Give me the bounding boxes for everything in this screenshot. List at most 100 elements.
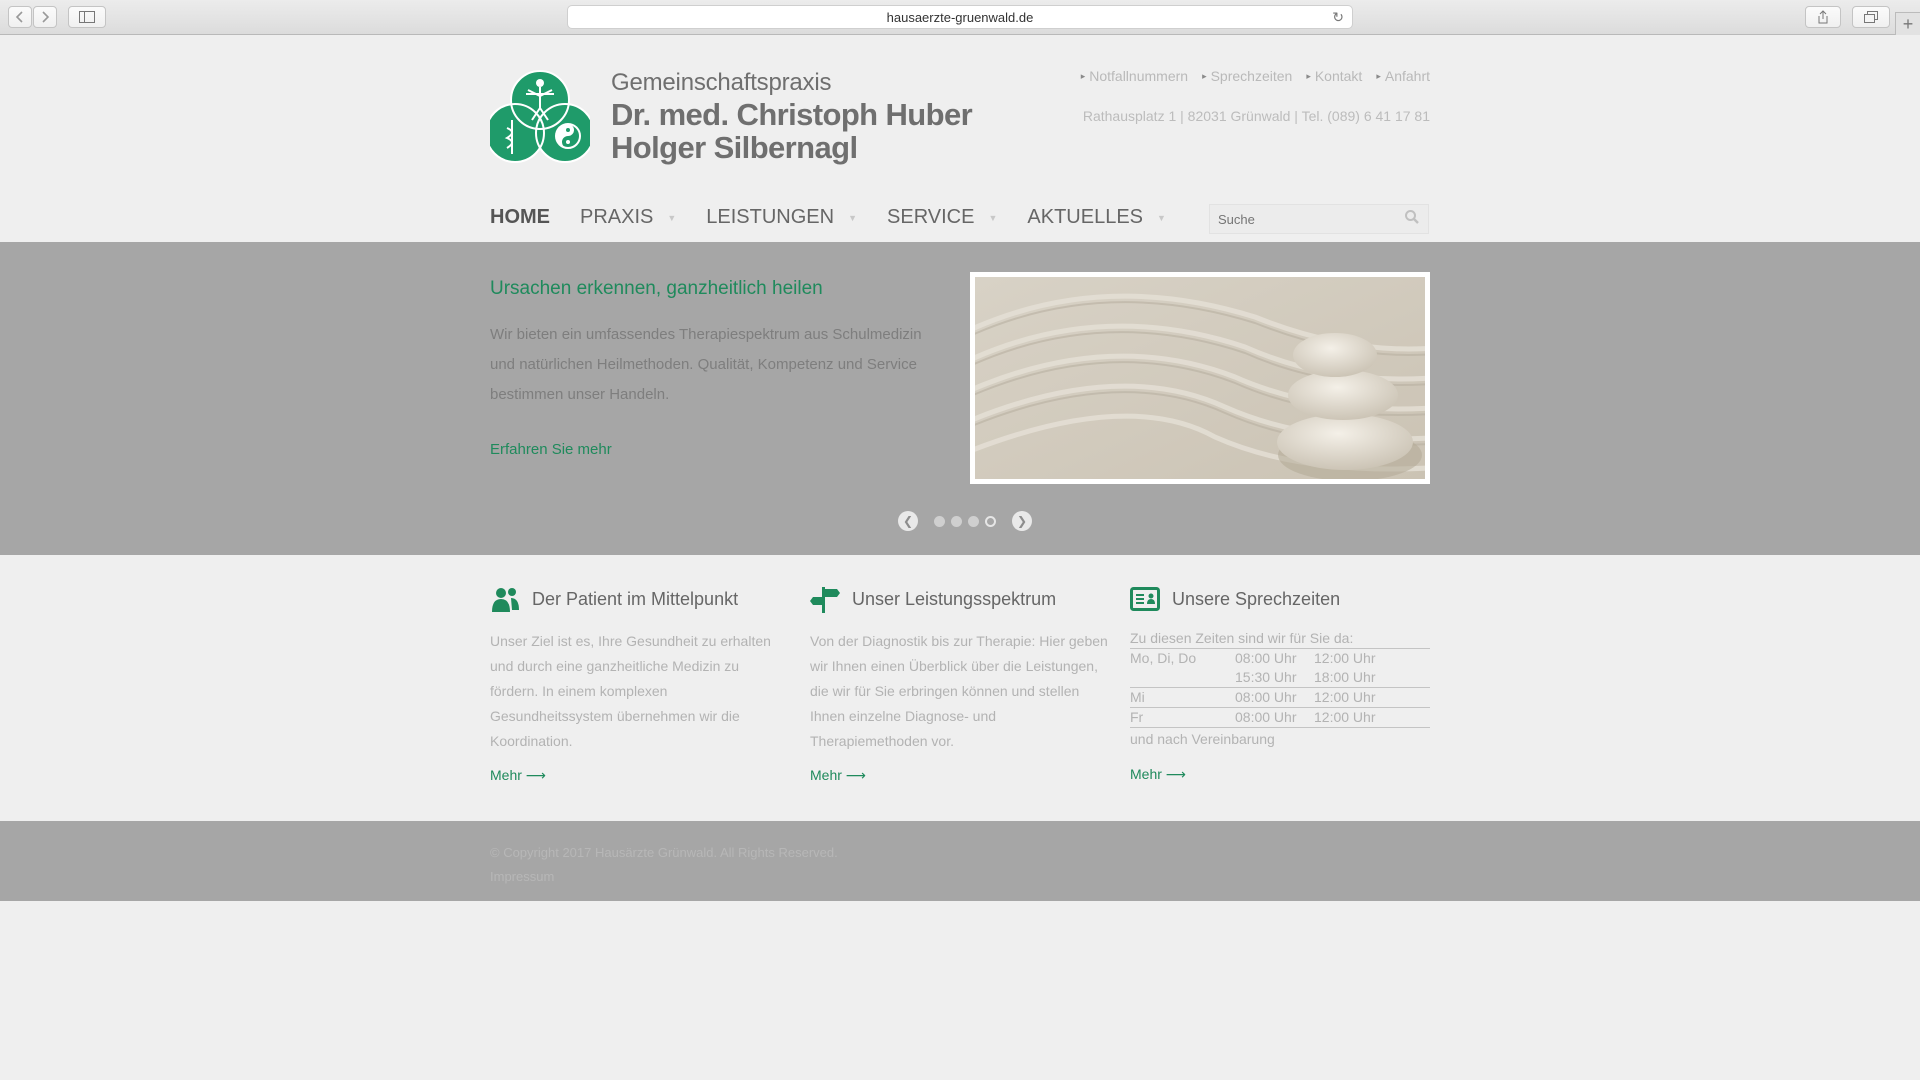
column-services: Unser Leistungsspektrum Von der Diagnost… [810, 585, 1110, 783]
table-row: Mi 08:00 Uhr 12:00 Uhr [1130, 687, 1430, 708]
nav-item-praxis[interactable]: PRAXIS ▼ [580, 206, 676, 229]
top-link-sprechzeiten[interactable]: Sprechzeiten [1202, 68, 1293, 84]
main-navigation: HOME PRAXIS ▼ LEISTUNGEN ▼ SERVICE ▼ AKTUEL… [490, 206, 1196, 229]
signpost-icon [810, 585, 840, 613]
hours-from: 08:00 Uhr [1235, 650, 1297, 666]
sidebar-icon [79, 11, 95, 23]
caret-down-icon: ▼ [988, 212, 998, 223]
brand-doctor-1: Dr. med. Christoph Huber [611, 97, 973, 132]
hours-from: 15:30 Uhr [1235, 668, 1314, 688]
column-title: Unsere Sprechzeiten [1130, 585, 1430, 613]
footer-text: © Copyright 2017 Hausärzte Grünwald. All… [490, 841, 838, 889]
address-bar[interactable]: hausaerzte-gruenwald.de ↻ [567, 5, 1353, 29]
patient-more-link[interactable]: Mehr ⟶ [490, 767, 546, 784]
slide-text: Wir bieten ein umfassendes Therapiespekt… [490, 326, 922, 403]
nav-item-aktuelles[interactable]: AKTUELLES ▼ [1027, 206, 1166, 229]
nav-label: LEISTUNGEN [706, 206, 835, 228]
hours-day: Mi [1130, 687, 1235, 708]
patient-text: Unser Ziel ist es, Ihre Gesundheit zu er… [490, 633, 771, 749]
column-title: Unser Leistungsspektrum [810, 585, 1110, 613]
top-link-notfallnummern[interactable]: Notfallnummern [1081, 68, 1188, 84]
caret-down-icon: ▼ [848, 212, 858, 223]
id-card-icon [1130, 585, 1160, 613]
top-link-kontakt[interactable]: Kontakt [1306, 68, 1362, 84]
nav-label: AKTUELLES [1027, 206, 1143, 228]
chevron-right-icon: ❯ [1016, 514, 1028, 528]
slide-title: Ursachen erkennen, ganzheitlich heilen [490, 278, 823, 299]
services-more-link[interactable]: Mehr ⟶ [810, 767, 866, 784]
search-input[interactable] [1210, 205, 1406, 233]
forward-button[interactable] [33, 6, 57, 28]
table-row: Mo, Di, Do 08:00 Uhr 12:00 Uhr [1130, 649, 1430, 668]
slider-dot-4[interactable] [985, 515, 996, 527]
arrow-right-icon: ⟶ [845, 767, 866, 783]
hours-to: 12:00 Uhr [1314, 707, 1430, 728]
slider-pagination: ❮ ❯ [898, 511, 1032, 531]
zen-stones-image [970, 272, 1430, 484]
hours-note: und nach Vereinbarung [1130, 731, 1275, 747]
table-row: 15:30 Uhr 18:00 Uhr [1130, 668, 1430, 688]
slider-dot-1[interactable] [934, 515, 945, 527]
tabs-icon [1864, 11, 1878, 23]
services-title: Unser Leistungsspektrum [852, 588, 1057, 609]
hero-slider: Ursachen erkennen, ganzheitlich heilen W… [0, 242, 1920, 555]
back-button[interactable] [8, 6, 32, 28]
sidebar-toggle-button[interactable] [68, 6, 106, 28]
browser-toolbar: hausaerzte-gruenwald.de ↻ + [0, 0, 1920, 35]
table-row: Fr 08:00 Uhr 12:00 Uhr [1130, 707, 1430, 728]
top-link-anfahrt[interactable]: Anfahrt [1376, 68, 1430, 84]
share-icon [1818, 10, 1828, 24]
slide-more-link[interactable]: Erfahren Sie mehr [490, 441, 612, 458]
practice-logo[interactable] [485, 70, 595, 165]
chevron-right-icon [42, 11, 50, 23]
hours-to: 18:00 Uhr [1314, 668, 1430, 688]
reload-icon[interactable]: ↻ [1332, 9, 1344, 26]
column-title: Der Patient im Mittelpunkt [490, 585, 790, 613]
nav-item-leistungen[interactable]: LEISTUNGEN ▼ [706, 206, 857, 229]
hours-to: 12:00 Uhr [1314, 687, 1430, 708]
slider-next-button[interactable]: ❯ [1012, 511, 1032, 531]
plus-icon: + [1902, 13, 1914, 34]
tabs-overview-button[interactable] [1852, 6, 1890, 28]
column-hours: Unsere Sprechzeiten Zu diesen Zeiten sin… [1130, 585, 1430, 782]
top-links: Notfallnummern Sprechzeiten Kontakt Anfa… [1081, 68, 1430, 84]
more-label: Mehr [490, 767, 522, 783]
arrow-right-icon: ⟶ [525, 767, 546, 783]
hours-day: Fr [1130, 707, 1235, 728]
practice-address: Rathausplatz 1 | 82031 Grünwald | Tel. (… [1082, 108, 1430, 124]
practice-name[interactable]: Gemeinschaftspraxis Dr. med. Christoph H… [611, 68, 973, 164]
hours-lead: Zu diesen Zeiten sind wir für Sie da: [1130, 629, 1430, 649]
slider-dot-3[interactable] [968, 515, 979, 527]
column-patient: Der Patient im Mittelpunkt Unser Ziel is… [490, 585, 790, 783]
copyright-text: © Copyright 2017 Hausärzte Grünwald. All… [490, 845, 838, 860]
share-button[interactable] [1805, 6, 1841, 28]
brand-subtitle: Gemeinschaftspraxis [611, 69, 832, 96]
nav-item-service[interactable]: SERVICE ▼ [887, 206, 997, 229]
hours-from: 08:00 Uhr [1235, 707, 1314, 728]
caret-down-icon: ▼ [667, 212, 677, 223]
arrow-right-icon: ⟶ [1165, 766, 1186, 782]
caret-down-icon: ▼ [1157, 212, 1166, 223]
slider-dot-2[interactable] [951, 515, 962, 527]
hours-title: Unsere Sprechzeiten [1172, 588, 1341, 609]
imprint-link[interactable]: Impressum [490, 869, 554, 884]
slider-prev-button[interactable]: ❮ [898, 511, 918, 531]
nav-label: SERVICE [887, 206, 975, 228]
services-text: Von der Diagnostik bis zur Therapie: Hie… [810, 633, 1108, 749]
url-text: hausaerzte-gruenwald.de [886, 9, 1034, 25]
site-footer: © Copyright 2017 Hausärzte Grünwald. All… [0, 821, 1920, 901]
chevron-left-icon: ❮ [902, 514, 914, 528]
chevron-left-icon [15, 11, 23, 23]
people-icon [490, 585, 520, 613]
nav-item-home[interactable]: HOME [490, 206, 550, 229]
more-label: Mehr [1130, 766, 1162, 782]
hours-to: 12:00 Uhr [1314, 650, 1376, 666]
search-icon[interactable] [1404, 209, 1420, 225]
hours-more-link[interactable]: Mehr ⟶ [1130, 766, 1186, 783]
nav-label: PRAXIS [580, 206, 654, 228]
opening-hours-table: Mo, Di, Do 08:00 Uhr 12:00 Uhr 15:30 Uhr… [1130, 649, 1430, 728]
search-box [1209, 204, 1429, 234]
new-tab-button[interactable]: + [1895, 12, 1920, 35]
more-label: Mehr [810, 767, 842, 783]
hours-from: 08:00 Uhr [1235, 687, 1314, 708]
